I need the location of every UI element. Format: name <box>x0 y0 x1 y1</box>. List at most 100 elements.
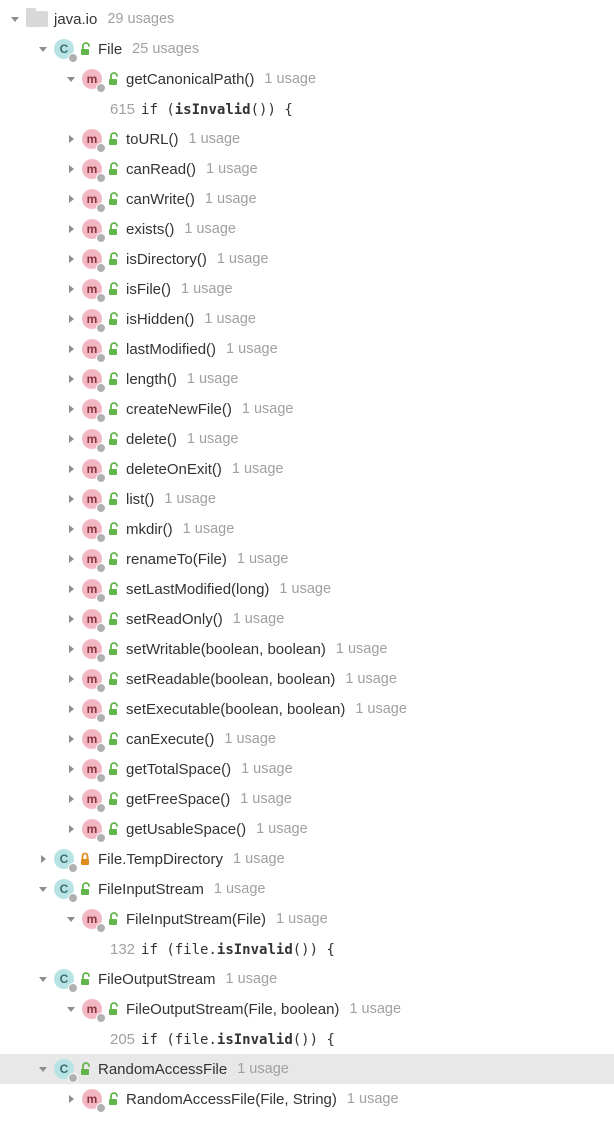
tree-node-class-file[interactable]: CFile25 usages <box>0 34 614 64</box>
expand-arrow-icon[interactable] <box>62 130 80 148</box>
expand-arrow-icon[interactable] <box>62 1090 80 1108</box>
tree-node-method[interactable]: mcanWrite()1 usage <box>0 184 614 214</box>
spacer <box>90 100 108 118</box>
tree-node-method[interactable]: mRandomAccessFile(File, String)1 usage <box>0 1084 614 1114</box>
tree-node-method[interactable]: mcreateNewFile()1 usage <box>0 394 614 424</box>
node-label: getFreeSpace() <box>126 792 230 807</box>
expand-arrow-icon[interactable] <box>62 820 80 838</box>
tree-node-method[interactable]: msetReadable(boolean, boolean)1 usage <box>0 664 614 694</box>
tree-node-method[interactable]: mrenameTo(File)1 usage <box>0 544 614 574</box>
usage-count: 1 usage <box>164 492 216 507</box>
expand-arrow-icon[interactable] <box>62 310 80 328</box>
class-icon: C <box>54 39 74 59</box>
usage-count: 1 usage <box>214 882 266 897</box>
unlock-icon <box>106 582 120 596</box>
unlock-icon <box>106 462 120 476</box>
collapse-arrow-icon[interactable] <box>6 10 24 28</box>
collapse-arrow-icon[interactable] <box>34 880 52 898</box>
expand-arrow-icon[interactable] <box>62 280 80 298</box>
method-icon: m <box>82 129 102 149</box>
tree-node-method[interactable]: mgetFreeSpace()1 usage <box>0 784 614 814</box>
expand-arrow-icon[interactable] <box>62 250 80 268</box>
tree-node-method[interactable]: mdeleteOnExit()1 usage <box>0 454 614 484</box>
expand-arrow-icon[interactable] <box>62 400 80 418</box>
tree-node-method[interactable]: mexists()1 usage <box>0 214 614 244</box>
tree-node-class-fileoutputstream[interactable]: CFileOutputStream1 usage <box>0 964 614 994</box>
tree-node-method[interactable]: mgetCanonicalPath()1 usage <box>0 64 614 94</box>
method-icon: m <box>82 399 102 419</box>
expand-arrow-icon[interactable] <box>34 850 52 868</box>
expand-arrow-icon[interactable] <box>62 640 80 658</box>
tree-node-class-tempdirectory[interactable]: CFile.TempDirectory1 usage <box>0 844 614 874</box>
expand-arrow-icon[interactable] <box>62 580 80 598</box>
class-icon: C <box>54 969 74 989</box>
usage-count: 1 usage <box>181 282 233 297</box>
method-icon: m <box>82 789 102 809</box>
expand-arrow-icon[interactable] <box>62 790 80 808</box>
usage-count: 1 usage <box>224 732 276 747</box>
unlock-icon <box>78 42 92 56</box>
collapse-arrow-icon[interactable] <box>62 70 80 88</box>
tree-node-method[interactable]: mgetUsableSpace()1 usage <box>0 814 614 844</box>
usage-count: 1 usage <box>242 402 294 417</box>
tree-node-method[interactable]: msetLastModified(long)1 usage <box>0 574 614 604</box>
tree-node-class-fileinputstream[interactable]: CFileInputStream1 usage <box>0 874 614 904</box>
tree-node-method[interactable]: msetWritable(boolean, boolean)1 usage <box>0 634 614 664</box>
tree-node-class-randomaccessfile[interactable]: CRandomAccessFile1 usage <box>0 1054 614 1084</box>
tree-node-method[interactable]: mcanRead()1 usage <box>0 154 614 184</box>
tree-node-method[interactable]: mlastModified()1 usage <box>0 334 614 364</box>
tree-node-method[interactable]: mcanExecute()1 usage <box>0 724 614 754</box>
unlock-icon <box>106 792 120 806</box>
expand-arrow-icon[interactable] <box>62 700 80 718</box>
expand-arrow-icon[interactable] <box>62 610 80 628</box>
expand-arrow-icon[interactable] <box>62 460 80 478</box>
spacer <box>90 940 108 958</box>
tree-node-method[interactable]: mFileInputStream(File)1 usage <box>0 904 614 934</box>
method-icon: m <box>82 999 102 1019</box>
usage-count: 1 usage <box>276 912 328 927</box>
collapse-arrow-icon[interactable] <box>62 910 80 928</box>
tree-node-method[interactable]: misHidden()1 usage <box>0 304 614 334</box>
class-icon: C <box>54 1059 74 1079</box>
tree-node-method[interactable]: msetReadOnly()1 usage <box>0 604 614 634</box>
node-label: mkdir() <box>126 522 173 537</box>
expand-arrow-icon[interactable] <box>62 340 80 358</box>
tree-node-method[interactable]: mFileOutputStream(File, boolean)1 usage <box>0 994 614 1024</box>
expand-arrow-icon[interactable] <box>62 220 80 238</box>
expand-arrow-icon[interactable] <box>62 160 80 178</box>
expand-arrow-icon[interactable] <box>62 730 80 748</box>
tree-node-method[interactable]: msetExecutable(boolean, boolean)1 usage <box>0 694 614 724</box>
method-icon: m <box>82 549 102 569</box>
tree-node-method[interactable]: mtoURL()1 usage <box>0 124 614 154</box>
collapse-arrow-icon[interactable] <box>62 1000 80 1018</box>
tree-node-method[interactable]: mdelete()1 usage <box>0 424 614 454</box>
expand-arrow-icon[interactable] <box>62 190 80 208</box>
tree-node-method[interactable]: mgetTotalSpace()1 usage <box>0 754 614 784</box>
tree-node-code-line[interactable]: 205 if (file.isInvalid()) { <box>0 1024 614 1054</box>
expand-arrow-icon[interactable] <box>62 490 80 508</box>
tree-node-method[interactable]: misDirectory()1 usage <box>0 244 614 274</box>
unlock-icon <box>106 1092 120 1106</box>
expand-arrow-icon[interactable] <box>62 550 80 568</box>
usage-count: 1 usage <box>349 1002 401 1017</box>
expand-arrow-icon[interactable] <box>62 370 80 388</box>
tree-node-code-line[interactable]: 132 if (file.isInvalid()) { <box>0 934 614 964</box>
tree-node-package[interactable]: java.io29 usages <box>0 4 614 34</box>
expand-arrow-icon[interactable] <box>62 520 80 538</box>
unlock-icon <box>106 312 120 326</box>
expand-arrow-icon[interactable] <box>62 670 80 688</box>
collapse-arrow-icon[interactable] <box>34 40 52 58</box>
node-label: deleteOnExit() <box>126 462 222 477</box>
unlock-icon <box>106 342 120 356</box>
expand-arrow-icon[interactable] <box>62 760 80 778</box>
collapse-arrow-icon[interactable] <box>34 970 52 988</box>
tree-node-method[interactable]: mlength()1 usage <box>0 364 614 394</box>
tree-node-method[interactable]: mlist()1 usage <box>0 484 614 514</box>
tree-node-method[interactable]: mmkdir()1 usage <box>0 514 614 544</box>
method-icon: m <box>82 279 102 299</box>
expand-arrow-icon[interactable] <box>62 430 80 448</box>
collapse-arrow-icon[interactable] <box>34 1060 52 1078</box>
usage-count: 1 usage <box>233 612 285 627</box>
tree-node-method[interactable]: misFile()1 usage <box>0 274 614 304</box>
tree-node-code-line[interactable]: 615 if (isInvalid()) { <box>0 94 614 124</box>
